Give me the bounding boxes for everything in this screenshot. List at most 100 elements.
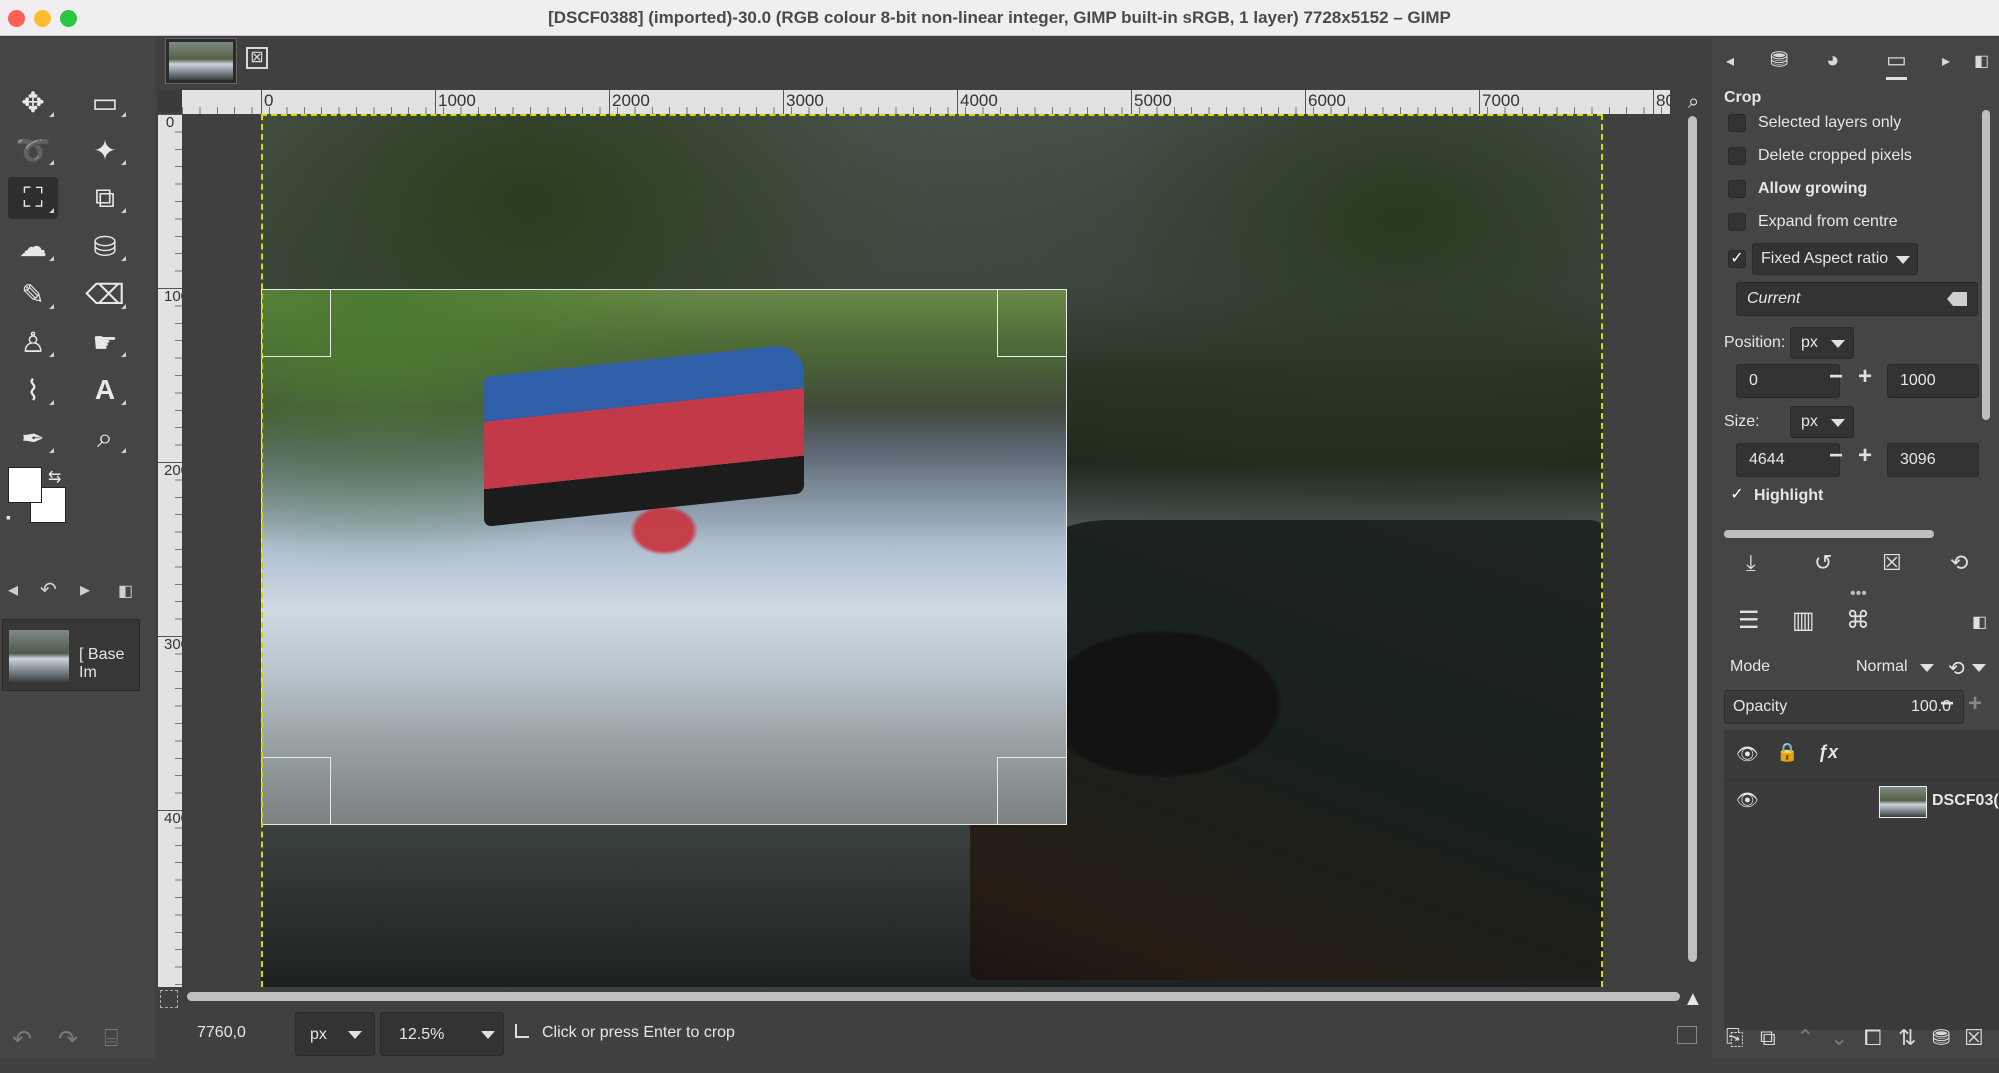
new-layer-group-icon[interactable]: ⧉ [1760, 1025, 1776, 1051]
reset-options-icon[interactable]: ⟲ [1950, 550, 1968, 576]
delete-options-icon[interactable]: ☒ [1882, 550, 1902, 576]
crop-tool-icon[interactable]: ⛶ [8, 177, 58, 219]
tab-paths[interactable]: ⌘ [1846, 606, 1870, 635]
panel-menu-icon[interactable]: ◧ [1974, 51, 1989, 71]
chevron-down-icon [348, 1031, 362, 1039]
eye-icon[interactable]: 👁 [1736, 790, 1759, 811]
quick-mask-icon[interactable] [160, 990, 178, 1008]
zoom-image-icon[interactable]: ⌕ [1688, 91, 1699, 114]
undo-icon[interactable]: ↶ [12, 1025, 32, 1054]
chevron-down-icon[interactable] [1972, 664, 1986, 672]
foreground-color-swatch[interactable] [8, 467, 42, 503]
duplicate-layer-icon[interactable]: ⧠ [1864, 1025, 1882, 1051]
image-tab[interactable] [165, 38, 237, 84]
dock-separator-grip[interactable]: ••• [1850, 585, 1867, 603]
tool-options-scrollbar[interactable] [1982, 110, 1990, 420]
tab-colors[interactable]: ◕ [1826, 47, 1839, 73]
ruler-label: 0 [165, 114, 175, 131]
tool-options-hscrollbar[interactable] [1724, 530, 1934, 538]
position-x-input[interactable]: 0 [1736, 364, 1840, 398]
unit-select[interactable]: px [295, 1012, 375, 1056]
status-message: Click or press Enter to crop [542, 1024, 735, 1041]
checkbox-box[interactable] [1728, 213, 1746, 231]
delete-layer-icon[interactable]: ☒ [1964, 1025, 1984, 1051]
aspect-ratio-input[interactable]: Current [1736, 282, 1978, 316]
horizontal-scrollbar[interactable] [182, 990, 1682, 1002]
chevron-right-icon[interactable]: ▸ [80, 577, 90, 602]
ruler-corner-menu-icon[interactable] [158, 90, 182, 112]
default-colors-icon[interactable]: ▪ [6, 509, 11, 525]
tab-channels[interactable]: ▥ [1792, 606, 1815, 635]
restore-options-icon[interactable]: ↺ [1814, 550, 1832, 576]
bucket-fill-tool-icon[interactable]: ⛁ [80, 225, 130, 267]
paintbrush-tool-icon[interactable]: ✎ [8, 273, 58, 315]
paths-tool-icon[interactable]: ⌇ [8, 369, 58, 411]
layer-mode-select[interactable]: Normal [1850, 651, 1940, 685]
vertical-ruler[interactable]: 0 1000 2000 3000 4000 [158, 114, 182, 987]
lasso-tool-icon[interactable]: ➰ [8, 129, 58, 171]
tab-layers[interactable]: ☰ [1738, 606, 1760, 635]
chevron-left-icon[interactable]: ◂ [1726, 51, 1734, 71]
raise-layer-icon[interactable]: ⌃ [1796, 1025, 1814, 1051]
checkbox-box[interactable] [1728, 147, 1746, 165]
layer-mode-label: Mode [1730, 658, 1771, 675]
checkbox-box[interactable] [1728, 114, 1746, 132]
clear-history-icon[interactable]: ⌸ [104, 1025, 118, 1053]
fixed-mode-select[interactable]: Fixed Aspect ratio [1752, 243, 1918, 275]
move-tool-icon[interactable]: ✥ [8, 81, 58, 123]
layer-row[interactable]: 👁 DSCF03( [1724, 782, 1999, 822]
mask-layer-icon[interactable]: ⛃ [1932, 1025, 1950, 1051]
mode-reset-icon[interactable]: ⟲ [1948, 656, 1965, 681]
opacity-slider[interactable]: Opacity 100.0 [1724, 690, 1964, 724]
size-width-increment[interactable]: + [1858, 442, 1872, 470]
horizontal-scrollbar-thumb[interactable] [187, 992, 1680, 1001]
effects-header-icon: ƒx [1818, 742, 1839, 762]
horizontal-ruler[interactable]: 0 1000 2000 3000 4000 5000 6000 7000 800 [182, 90, 1670, 114]
fuzzy-select-tool-icon[interactable]: ✦ [80, 129, 130, 171]
rect-select-tool-icon[interactable]: ▭ [80, 81, 130, 123]
size-height-input[interactable]: 3096 [1887, 443, 1979, 477]
merge-layer-icon[interactable]: ⇅ [1898, 1025, 1916, 1051]
vertical-scrollbar[interactable] [1686, 114, 1698, 964]
position-unit-select[interactable]: px [1790, 327, 1854, 359]
chevron-right-icon[interactable]: ▸ [1942, 51, 1950, 71]
smudge-tool-icon[interactable]: ☛ [80, 321, 130, 363]
text-tool-icon[interactable]: A [80, 369, 130, 411]
unified-transform-tool-icon[interactable]: ⧉ [80, 177, 130, 219]
position-y-input[interactable]: 1000 [1887, 364, 1979, 398]
warp-tool-icon[interactable]: ☁ [8, 225, 58, 267]
size-unit-select[interactable]: px [1790, 406, 1854, 438]
new-layer-icon[interactable]: ⎘ [1726, 1025, 1744, 1051]
navigate-icon[interactable]: ▲ [1683, 988, 1703, 1011]
size-width-input[interactable]: 4644 [1736, 443, 1840, 477]
clone-tool-icon[interactable]: ♙ [8, 321, 58, 363]
vertical-scrollbar-thumb[interactable] [1688, 116, 1697, 962]
opacity-increment[interactable]: + [1968, 690, 1982, 718]
swap-colors-icon[interactable]: ⇆ [48, 467, 61, 487]
tab-device-status[interactable]: ⛃ [1770, 47, 1788, 73]
checkbox-box[interactable]: ✓ [1728, 487, 1746, 505]
zoom-tool-icon[interactable]: ⌕ [80, 417, 130, 459]
color-picker-tool-icon[interactable]: ✒ [8, 417, 58, 459]
navigation-preview-icon[interactable] [1677, 1026, 1697, 1044]
zoom-select[interactable]: 12.5% [380, 1012, 504, 1056]
clear-icon[interactable] [1947, 292, 1967, 306]
lower-layer-icon[interactable]: ⌄ [1830, 1025, 1848, 1051]
tab-tool-options[interactable]: ▭ [1886, 47, 1907, 80]
checkbox-box[interactable] [1728, 180, 1746, 198]
panel-menu-icon[interactable]: ◧ [118, 581, 133, 601]
undo-history-icon[interactable]: ↶ [40, 577, 57, 602]
size-width-decrement[interactable]: − [1829, 442, 1843, 470]
position-x-decrement[interactable]: − [1829, 363, 1843, 391]
eraser-tool-icon[interactable]: ⌫ [80, 273, 130, 315]
checkbox-box[interactable]: ✓ [1728, 250, 1746, 268]
chevron-left-icon[interactable]: ◂ [8, 577, 18, 602]
position-x-increment[interactable]: + [1858, 363, 1872, 391]
panel-menu-icon[interactable]: ◧ [1972, 612, 1987, 632]
save-options-icon[interactable]: ⤓ [1746, 550, 1756, 576]
redo-icon[interactable]: ↷ [58, 1025, 78, 1054]
opacity-decrement[interactable]: − [1940, 690, 1954, 718]
close-tab-icon[interactable]: ⊠ [246, 47, 268, 69]
images-list-item[interactable]: [ Base Im [2, 619, 140, 691]
window-title: [DSCF0388] (imported)-30.0 (RGB colour 8… [548, 8, 1451, 27]
